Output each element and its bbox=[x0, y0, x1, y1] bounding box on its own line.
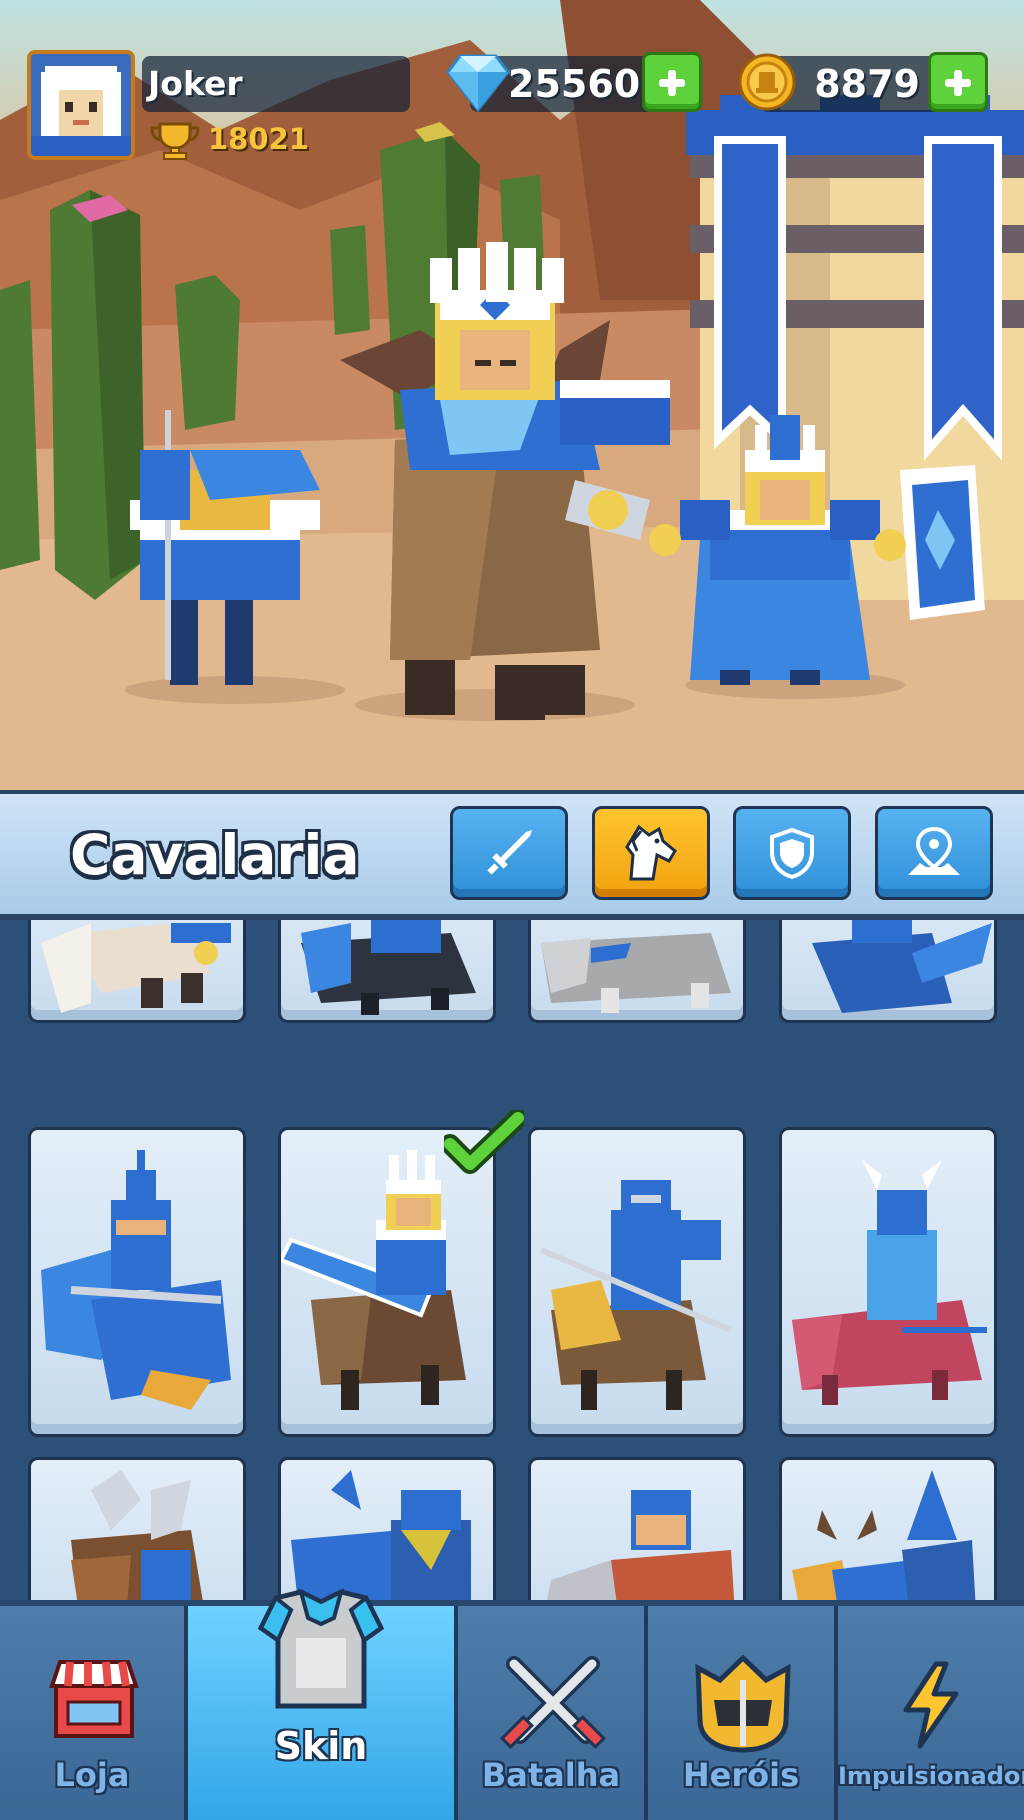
eagle-mount-preview bbox=[41, 923, 231, 1013]
nav-shop-label: Loja bbox=[54, 1756, 130, 1794]
horse-icon bbox=[625, 824, 677, 881]
skins-grid bbox=[0, 920, 1024, 1600]
shop-icon bbox=[49, 1660, 139, 1738]
map-pin-icon bbox=[908, 826, 960, 875]
skin-card-1[interactable] bbox=[28, 920, 246, 1023]
coin-icon bbox=[738, 53, 796, 111]
lightning-icon bbox=[903, 1661, 959, 1749]
trophy-icon bbox=[150, 122, 200, 160]
desert-background bbox=[0, 0, 1024, 790]
add-coins-button[interactable] bbox=[928, 52, 988, 112]
crossed-swords-icon bbox=[500, 1656, 606, 1749]
tab-map[interactable] bbox=[875, 806, 993, 900]
hero-showcase-scene bbox=[0, 0, 1024, 790]
skin-card-4[interactable] bbox=[779, 920, 997, 1023]
skin-card-7[interactable] bbox=[528, 1127, 746, 1437]
blue-bird-mount-preview bbox=[291, 1470, 471, 1600]
equipped-check-icon bbox=[444, 1110, 524, 1174]
dark-wolf-mount-preview bbox=[301, 920, 476, 1015]
skin-card-9[interactable] bbox=[28, 1457, 246, 1600]
nav-heroes[interactable]: Heróis bbox=[648, 1606, 838, 1820]
nav-battle[interactable]: Batalha bbox=[458, 1606, 648, 1820]
red-beast-mount-preview bbox=[547, 1490, 735, 1600]
trophy-count: 18021 bbox=[208, 122, 309, 156]
helmet-icon bbox=[695, 1654, 791, 1753]
skin-card-12[interactable] bbox=[779, 1457, 997, 1600]
nav-boosters-label: Impulsionador bbox=[838, 1762, 1024, 1790]
skin-card-10[interactable] bbox=[278, 1457, 496, 1600]
sword-icon bbox=[487, 830, 532, 875]
player-avatar[interactable] bbox=[27, 50, 135, 160]
yellow-horse-mount-preview bbox=[539, 1180, 733, 1410]
skin-card-2[interactable] bbox=[278, 920, 496, 1023]
skin-card-3[interactable] bbox=[528, 920, 746, 1023]
tab-infantry[interactable] bbox=[450, 806, 568, 900]
skin-card-5[interactable] bbox=[28, 1127, 246, 1437]
shield-icon bbox=[770, 827, 814, 880]
gray-wolf-mount-preview bbox=[541, 933, 731, 1013]
skin-card-11[interactable] bbox=[528, 1457, 746, 1600]
coins-count: 8879 bbox=[814, 62, 920, 106]
nav-skin-label: Skin bbox=[274, 1724, 368, 1768]
nav-battle-label: Batalha bbox=[481, 1756, 621, 1794]
blue-griffin-mount-preview bbox=[41, 1150, 231, 1410]
stag-mount-preview bbox=[792, 1470, 976, 1600]
nav-shop[interactable]: Loja bbox=[0, 1606, 188, 1820]
gems-count: 25560 bbox=[508, 62, 641, 106]
pink-boar-mount-preview bbox=[792, 1160, 987, 1405]
skin-card-8[interactable] bbox=[779, 1127, 997, 1437]
blue-dragon-mount-preview bbox=[812, 920, 992, 1013]
nav-heroes-label: Heróis bbox=[682, 1756, 800, 1794]
gem-icon bbox=[446, 54, 510, 112]
tab-defense[interactable] bbox=[733, 806, 851, 900]
nav-boosters[interactable]: Impulsionador bbox=[838, 1606, 1024, 1820]
tab-cavalry[interactable] bbox=[592, 806, 710, 900]
add-gems-button[interactable] bbox=[642, 52, 702, 112]
player-name: Joker bbox=[148, 64, 243, 103]
brown-horse-mount-preview bbox=[281, 1150, 466, 1410]
category-title: Cavalaria bbox=[70, 823, 360, 887]
armored-horse-mount-preview bbox=[71, 1470, 203, 1600]
armor-icon bbox=[257, 1588, 385, 1709]
